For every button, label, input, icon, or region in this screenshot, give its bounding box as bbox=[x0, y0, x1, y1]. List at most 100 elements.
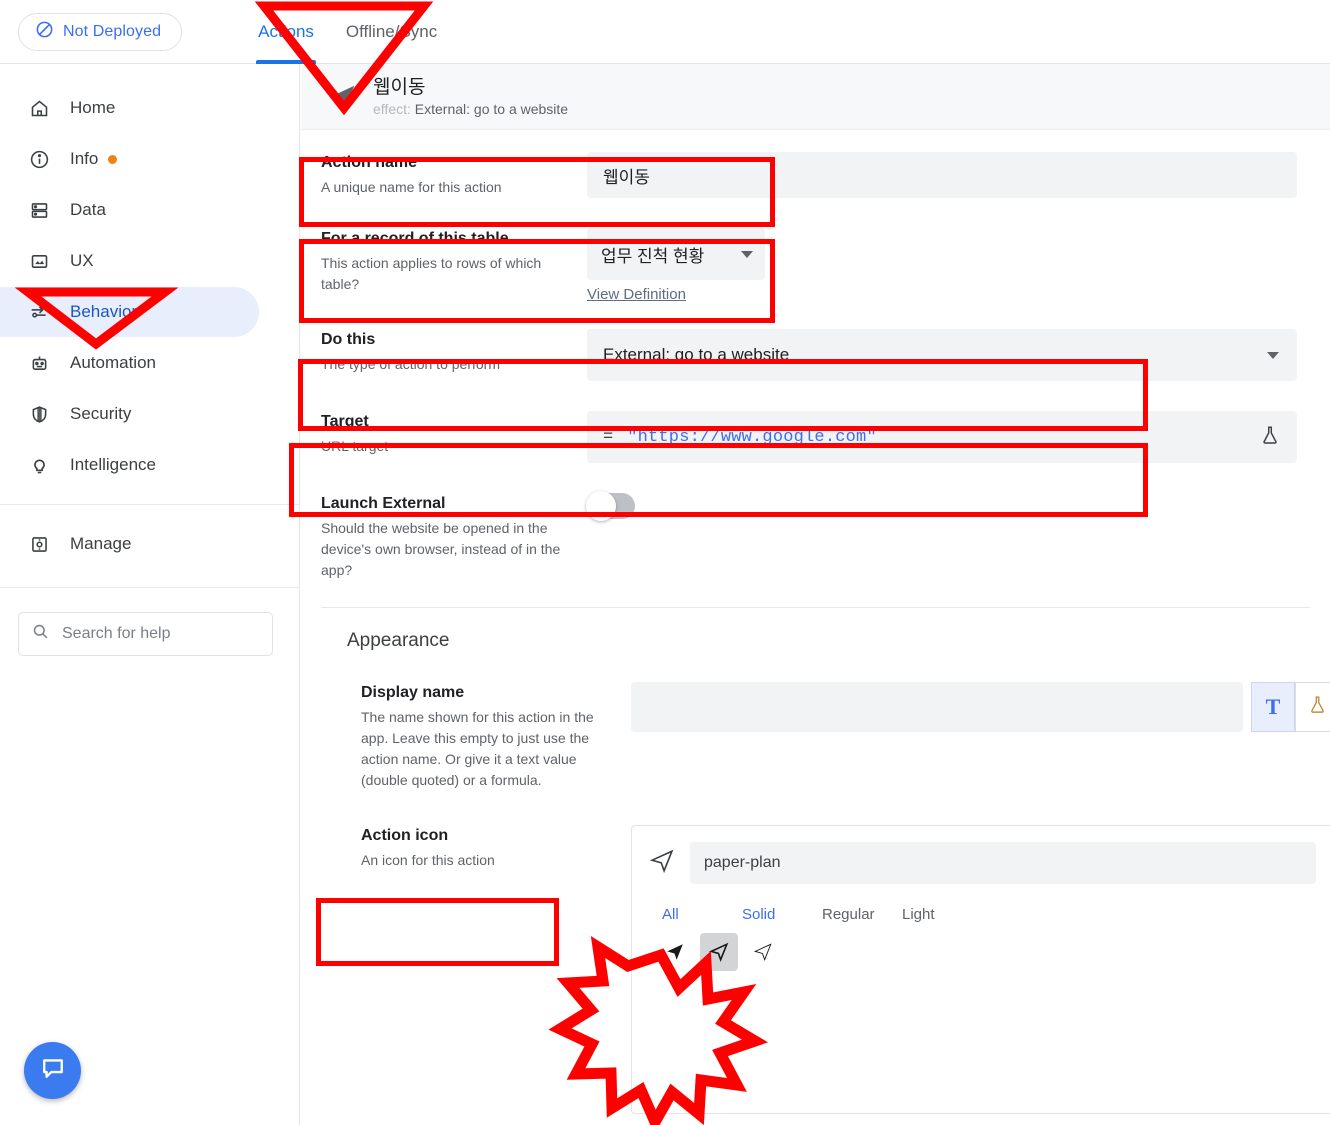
tab-actions-label: Actions bbox=[258, 21, 314, 41]
table-field-col: 업무 진척 현황 View Definition bbox=[587, 228, 1330, 303]
icon-picker-top: paper-plan bbox=[648, 842, 1316, 884]
sidebar-item-manage-label: Manage bbox=[70, 534, 132, 553]
table-label-col: For a record of this table This action a… bbox=[321, 228, 587, 303]
do-this-field-col: External: go to a website bbox=[587, 329, 1330, 381]
sidebar-item-ux[interactable]: UX bbox=[0, 236, 259, 286]
text-mode-button[interactable]: T bbox=[1251, 682, 1295, 732]
image-icon bbox=[26, 251, 52, 272]
display-name-label-col: Display name The name shown for this act… bbox=[361, 682, 631, 791]
action-name-field-col: 웹이동 bbox=[587, 152, 1330, 198]
action-name-input[interactable]: 웹이동 bbox=[587, 152, 1297, 198]
icon-variant-row bbox=[656, 933, 1316, 971]
shield-icon bbox=[26, 404, 52, 425]
action-header: 웹이동 effect: External: go to a website bbox=[301, 64, 1330, 130]
launch-external-label: Launch External bbox=[321, 495, 446, 512]
paper-plane-icon bbox=[321, 82, 365, 112]
field-target: Target URL target = "https://www.google.… bbox=[321, 381, 1330, 463]
field-do-this: Do this The type of action to perform Ex… bbox=[321, 303, 1330, 381]
display-name-label: Display name bbox=[361, 684, 465, 701]
icon-tab-solid[interactable]: Solid bbox=[742, 906, 822, 923]
sidebar: Home Info Data UX Behavior Automation Se… bbox=[0, 64, 300, 1125]
target-field-col: = "https://www.google.com" bbox=[587, 411, 1330, 463]
launch-external-toggle[interactable] bbox=[586, 491, 635, 521]
icon-variant-solid[interactable] bbox=[656, 933, 694, 971]
sidebar-item-behavior[interactable]: Behavior bbox=[0, 287, 259, 337]
lightbulb-icon bbox=[26, 455, 52, 476]
icon-variant-light[interactable] bbox=[744, 933, 782, 971]
formula-mode-button[interactable] bbox=[1295, 682, 1330, 732]
chat-support-button[interactable] bbox=[24, 1042, 81, 1099]
sidebar-item-automation[interactable]: Automation bbox=[0, 338, 259, 388]
icon-tab-light[interactable]: Light bbox=[902, 906, 982, 923]
icon-variant-regular[interactable] bbox=[700, 933, 738, 971]
search-icon bbox=[31, 622, 50, 646]
view-definition-link[interactable]: View Definition bbox=[587, 286, 1330, 303]
icon-tab-regular[interactable]: Regular bbox=[822, 906, 902, 923]
field-action-icon: Action icon An icon for this action pape… bbox=[361, 791, 1330, 1114]
tab-offline-sync[interactable]: Offline/Sync bbox=[330, 0, 453, 64]
top-bar: Not Deployed Actions Offline/Sync bbox=[0, 0, 1330, 64]
target-sub: URL target bbox=[321, 438, 389, 454]
info-icon bbox=[26, 149, 52, 170]
do-this-select-value: External: go to a website bbox=[603, 345, 790, 364]
launch-external-sub: Should the website be opened in the devi… bbox=[321, 520, 561, 578]
help-search-wrap: Search for help bbox=[0, 588, 299, 656]
target-equals-sign: = bbox=[603, 427, 614, 447]
sidebar-item-manage[interactable]: Manage bbox=[0, 519, 259, 569]
appearance-form: Display name The name shown for this act… bbox=[321, 652, 1330, 1114]
appearance-section-title: Appearance bbox=[347, 630, 450, 651]
do-this-select[interactable]: External: go to a website bbox=[587, 329, 1297, 381]
action-icon-label: Action icon bbox=[361, 827, 449, 844]
do-this-sub: The type of action to perform bbox=[321, 356, 500, 372]
action-header-effect: effect: External: go to a website bbox=[373, 100, 568, 119]
robot-icon bbox=[26, 353, 52, 374]
action-name-label: Action name bbox=[321, 154, 418, 171]
target-formula-value: "https://www.google.com" bbox=[627, 427, 877, 447]
launch-external-field-col bbox=[586, 491, 1330, 581]
sidebar-item-info[interactable]: Info bbox=[0, 134, 259, 184]
tab-actions[interactable]: Actions bbox=[242, 0, 330, 64]
chevron-down-icon bbox=[1267, 351, 1279, 359]
target-label: Target bbox=[321, 413, 369, 430]
sidebar-item-data[interactable]: Data bbox=[0, 185, 259, 235]
icon-name-input[interactable]: paper-plan bbox=[690, 842, 1316, 884]
action-icon-sub: An icon for this action bbox=[361, 852, 495, 868]
display-name-input[interactable] bbox=[631, 682, 1243, 732]
display-name-sub: The name shown for this action in the ap… bbox=[361, 709, 594, 788]
search-input[interactable]: Search for help bbox=[18, 612, 273, 656]
settings-icon bbox=[26, 534, 52, 555]
do-this-label-col: Do this The type of action to perform bbox=[321, 329, 587, 381]
field-action-name: Action name A unique name for this actio… bbox=[321, 130, 1330, 198]
top-tab-bar: Actions Offline/Sync bbox=[242, 0, 453, 64]
action-name-sub: A unique name for this action bbox=[321, 179, 502, 195]
launch-external-label-col: Launch External Should the website be op… bbox=[321, 493, 587, 581]
sidebar-item-intelligence-label: Intelligence bbox=[70, 455, 157, 474]
appsheet-editor-window: Not Deployed Actions Offline/Sync Home I… bbox=[0, 0, 1330, 1125]
sidebar-item-ux-label: UX bbox=[70, 251, 94, 270]
chat-bubble-icon bbox=[39, 1054, 67, 1087]
sidebar-item-security[interactable]: Security bbox=[0, 389, 259, 439]
info-notification-dot bbox=[108, 154, 118, 164]
sidebar-item-behavior-label: Behavior bbox=[70, 302, 138, 321]
deploy-status-badge[interactable]: Not Deployed bbox=[18, 12, 183, 51]
sidebar-item-intelligence[interactable]: Intelligence bbox=[0, 440, 259, 490]
sidebar-nav: Home Info Data UX Behavior Automation Se… bbox=[0, 64, 299, 588]
chevron-down-icon bbox=[741, 250, 753, 258]
icon-tab-all[interactable]: All bbox=[662, 906, 742, 923]
table-select[interactable]: 업무 진척 현황 bbox=[587, 228, 765, 280]
target-formula-input[interactable]: = "https://www.google.com" bbox=[587, 411, 1297, 463]
table-select-value: 업무 진척 현황 bbox=[601, 246, 705, 266]
sidebar-item-data-label: Data bbox=[70, 200, 106, 219]
sidebar-item-security-label: Security bbox=[70, 404, 132, 423]
flask-icon[interactable] bbox=[1259, 424, 1281, 451]
text-mode-label: T bbox=[1265, 694, 1281, 719]
display-name-mode-group: T bbox=[1251, 682, 1330, 791]
sidebar-item-automation-label: Automation bbox=[70, 353, 156, 372]
flask-icon bbox=[1307, 694, 1328, 720]
icon-picker-panel: paper-plan All Solid Regular Light bbox=[631, 825, 1330, 1114]
icon-panel-spacer bbox=[648, 971, 1316, 1091]
sidebar-item-home-label: Home bbox=[70, 98, 116, 117]
sidebar-item-home[interactable]: Home bbox=[0, 83, 259, 133]
deploy-status-label: Not Deployed bbox=[63, 22, 162, 40]
table-sub: This action applies to rows of which tab… bbox=[321, 255, 542, 292]
